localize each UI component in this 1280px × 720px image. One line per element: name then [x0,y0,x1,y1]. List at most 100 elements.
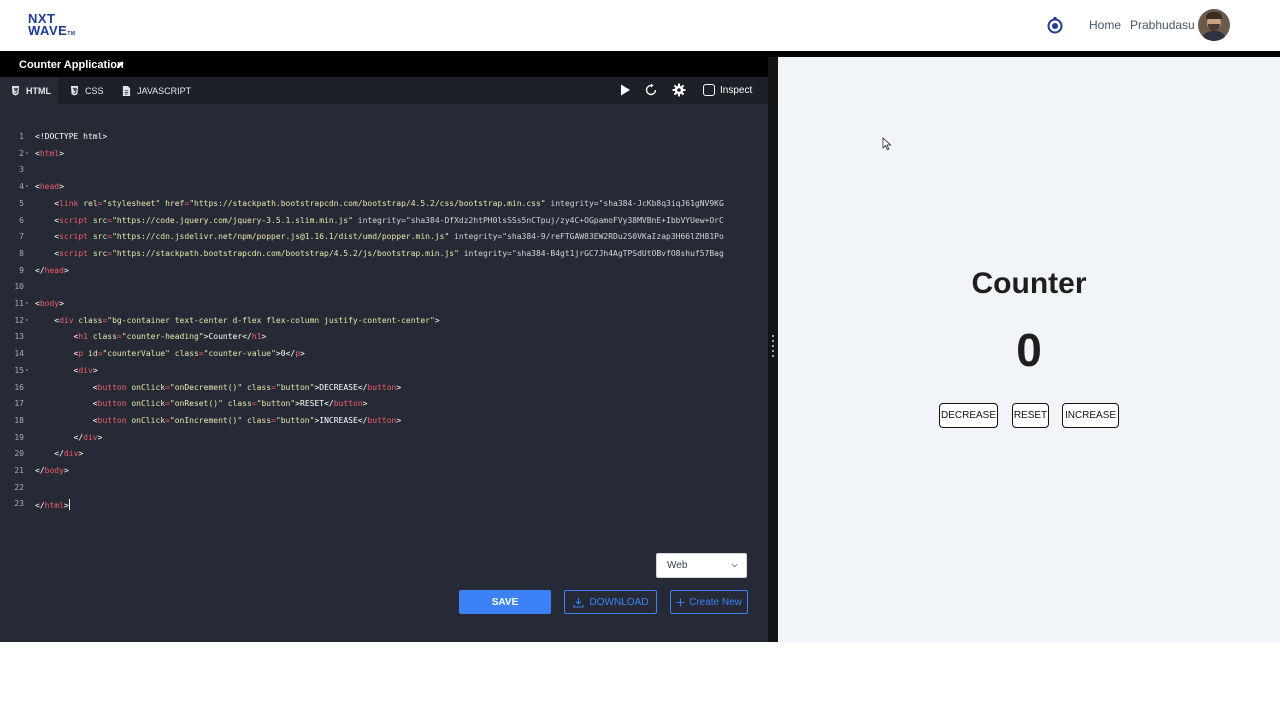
refresh-icon[interactable] [644,83,658,97]
code-line-text: <script src="https://cdn.jsdelivr.net/np… [54,232,724,242]
download-button[interactable]: DOWNLOAD [564,590,657,614]
platform-select[interactable]: Web [656,553,747,578]
code-line[interactable]: 3 [0,165,768,181]
html5-icon [11,85,20,95]
plus-icon [676,598,685,606]
code-line[interactable]: 17 <button onClick="onReset()" class="bu… [0,399,768,415]
code-line[interactable]: 20 </div> [0,449,768,465]
fold-toggle-icon[interactable]: ▾ [25,150,29,157]
inspect-label: Inspect [720,84,753,96]
top-navbar: NXT WAVETM Home Prabhudasu [0,0,1280,51]
counter-heading: Counter [971,267,1087,300]
inspect-toggle[interactable]: Inspect [703,84,752,96]
fold-toggle-icon[interactable]: ▾ [25,367,29,374]
line-number: 18 [14,415,24,425]
tab-html[interactable]: HTML [0,77,58,104]
code-editor-panel: Counter Application HTML CSS JAVASCRIPT … [0,51,768,642]
line-number: 6 [19,215,24,225]
download-icon [572,597,584,608]
fold-toggle-icon[interactable]: ▾ [25,183,29,190]
timer-icon[interactable] [1046,16,1064,34]
code-line[interactable]: 11 ▾ <body> [0,299,768,315]
line-number: 4 [19,182,24,192]
code-line-text: <body> [35,299,64,308]
code-line-text: </html> [35,499,70,511]
code-line[interactable]: 4 ▾ <head> [0,182,768,198]
gear-icon[interactable] [672,83,686,97]
code-area[interactable]: 1 <!DOCTYPE html> 2 ▾ <html> 3 4 ▾ <head> 5 <link… [0,130,768,520]
code-line[interactable]: 6 <script src="https://code.jquery.com/j… [0,216,768,232]
save-button[interactable]: SAVE [459,590,551,614]
page-footer-space [0,642,1280,720]
line-number: 21 [14,466,24,475]
code-line-text: <button onClick="onDecrement()" class="b… [92,382,402,392]
code-line[interactable]: 18 <button onClick="onIncrement()" class… [0,416,768,432]
tab-javascript-label: JAVASCRIPT [137,85,192,96]
line-number: 23 [14,499,24,509]
code-line[interactable]: 15 ▾ <div> [0,366,768,382]
nav-username[interactable]: Prabhudasu [1130,18,1195,32]
line-number: 16 [14,382,24,392]
output-preview-panel: Counter 0 DECREASE RESET INCREASE [778,57,1280,642]
create-new-button[interactable]: Create New [670,590,748,614]
code-line[interactable]: 10 [0,282,768,298]
tab-html-label: HTML [26,85,51,96]
editor-tabs: HTML CSS JAVASCRIPT Inspect [0,77,768,104]
line-number: 22 [14,482,24,492]
line-number: 17 [14,399,24,409]
code-line[interactable]: 14 <p id="counterValue" class="counter-v… [0,349,768,365]
code-line[interactable]: 16 <button onClick="onDecrement()" class… [0,383,768,399]
code-line-text: <h1 class="counter-heading">Counter</h1> [73,332,267,342]
panel-resize-handle[interactable] [768,57,778,642]
tab-css[interactable]: CSS [60,77,112,104]
code-line[interactable]: 21 </body> [0,466,768,482]
line-number: 8 [19,248,24,258]
mouse-pointer-icon [882,137,892,151]
code-line[interactable]: 5 <link rel="stylesheet" href="https://s… [0,199,768,215]
fold-toggle-icon[interactable]: ▾ [25,317,29,324]
code-line[interactable]: 22 [0,483,768,499]
inspect-checkbox[interactable] [703,84,715,96]
line-number: 1 [19,132,24,141]
code-line[interactable]: 12 ▾ <div class="bg-container text-center… [0,316,768,332]
increase-button[interactable]: INCREASE [1062,403,1119,428]
code-line-text: </div> [73,432,103,442]
code-line-text: <div class="bg-container text-center d-f… [54,315,440,325]
code-line[interactable]: 2 ▾ <html> [0,149,768,165]
project-title-bar: Counter Application [0,51,768,77]
code-line[interactable]: 7 <script src="https://cdn.jsdelivr.net/… [0,232,768,248]
reset-button[interactable]: RESET [1012,403,1049,428]
code-line[interactable]: 13 <h1 class="counter-heading">Counter</… [0,332,768,348]
code-line[interactable]: 8 <script src="https://stackpath.bootstr… [0,249,768,265]
code-line[interactable]: 19 </div> [0,433,768,449]
nav-home-link[interactable]: Home [1089,18,1121,32]
file-icon [122,85,131,96]
code-line-text: <!DOCTYPE html> [35,132,108,141]
line-number: 5 [19,198,24,208]
tab-javascript[interactable]: JAVASCRIPT [112,77,202,104]
code-line-text: <html> [35,148,64,158]
fold-toggle-icon[interactable]: ▾ [25,300,29,307]
decrease-button[interactable]: DECREASE [939,403,998,428]
code-line[interactable]: 23 </html> [0,499,768,515]
project-title: Counter Application [19,59,124,71]
edit-pencil-icon[interactable] [116,60,125,69]
line-number: 2 [19,148,24,158]
code-line-text: <div> [73,365,98,375]
platform-select-value: Web [667,560,688,571]
nxtwave-logo[interactable]: NXT WAVETM [28,11,84,39]
line-number: 10 [14,282,24,292]
code-line-text: <script src="https://stackpath.bootstrap… [54,248,724,258]
code-line[interactable]: 9 </head> [0,266,768,282]
avatar[interactable] [1198,9,1230,41]
code-line[interactable]: 1 <!DOCTYPE html> [0,132,768,148]
play-icon[interactable] [618,83,632,97]
code-line-text: </head> [35,265,69,275]
line-number: 9 [19,265,24,275]
line-number: 3 [19,165,24,175]
line-number: 15 [14,365,24,375]
code-line-text: </div> [54,449,84,459]
line-number: 12 [14,315,24,325]
chevron-down-icon [731,563,738,568]
code-line-text: <link rel="stylesheet" href="https://sta… [54,198,724,208]
